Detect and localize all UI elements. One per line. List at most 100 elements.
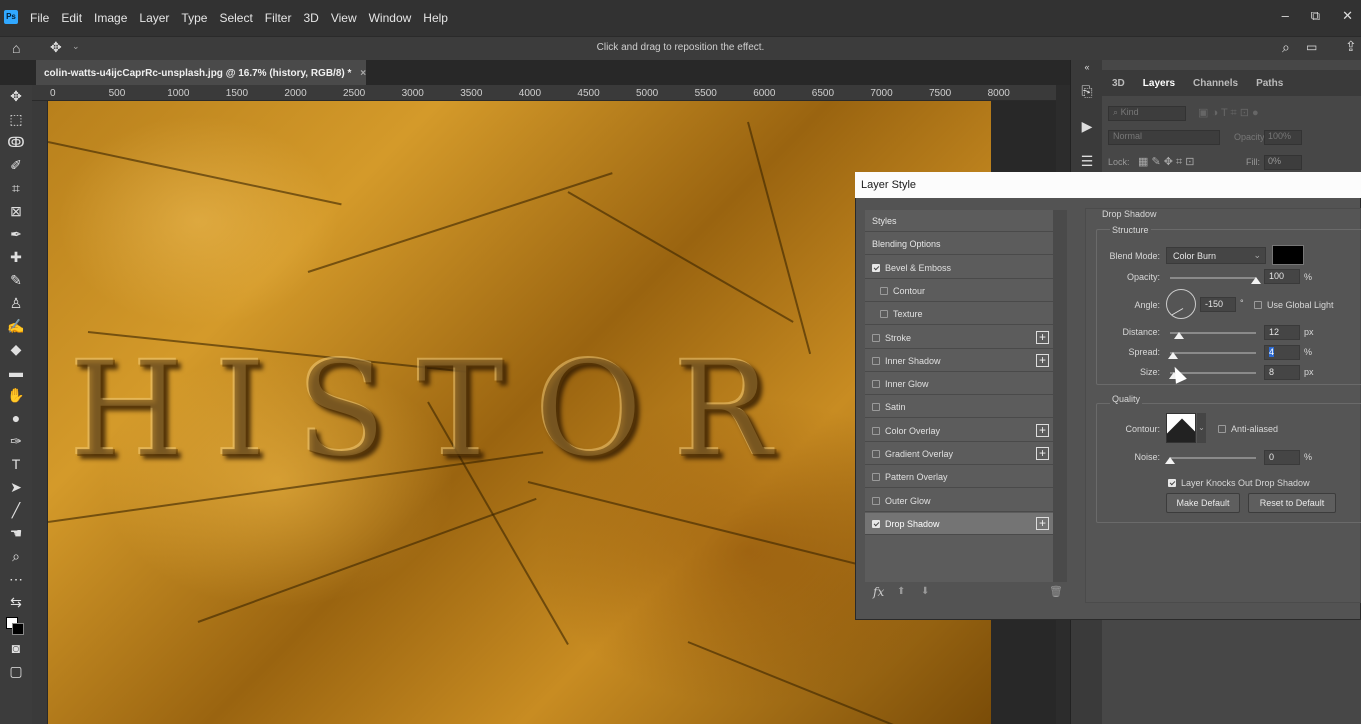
quick-mask-icon[interactable]: ◙ bbox=[0, 637, 32, 660]
style-item-inner-shadow[interactable]: Inner Shadow + bbox=[865, 350, 1053, 372]
style-checkbox[interactable] bbox=[872, 496, 880, 505]
color-swatches-icon[interactable] bbox=[0, 614, 32, 637]
restore-icon[interactable]: ⧉ bbox=[1311, 8, 1320, 24]
style-checkbox[interactable] bbox=[872, 356, 880, 365]
tab-3d[interactable]: 3D bbox=[1112, 78, 1125, 89]
menu-filter[interactable]: Filter bbox=[265, 11, 292, 25]
spread-slider[interactable] bbox=[1170, 352, 1256, 354]
style-item-outer-glow[interactable]: Outer Glow bbox=[865, 490, 1053, 512]
menu-type[interactable]: Type bbox=[181, 11, 207, 25]
delete-effect-icon[interactable]: 🗑 bbox=[1049, 585, 1063, 598]
history-text-layer[interactable]: HISTOR bbox=[70, 345, 830, 477]
menu-image[interactable]: Image bbox=[94, 11, 127, 25]
make-default-button[interactable]: Make Default bbox=[1166, 493, 1240, 513]
zoom-tool-icon[interactable]: ⌕ bbox=[0, 545, 32, 568]
style-item-gradient-overlay[interactable]: Gradient Overlay + bbox=[865, 443, 1053, 465]
style-item-color-overlay[interactable]: Color Overlay + bbox=[865, 420, 1053, 442]
actions-play-icon[interactable]: ▶ bbox=[1071, 109, 1103, 144]
anti-aliased-checkbox[interactable]: Anti-aliased bbox=[1218, 424, 1278, 434]
eyedropper-tool-icon[interactable]: ✒ bbox=[0, 223, 32, 246]
noise-slider-thumb[interactable] bbox=[1165, 457, 1175, 464]
tab-layers[interactable]: Layers bbox=[1143, 78, 1175, 89]
style-item-satin[interactable]: Satin bbox=[865, 396, 1053, 419]
size-input[interactable]: 8 bbox=[1264, 365, 1300, 380]
screen-mode-icon[interactable]: ▢ bbox=[0, 660, 32, 683]
style-item-texture[interactable]: Texture bbox=[865, 303, 1053, 326]
add-effect-icon[interactable]: + bbox=[1036, 447, 1049, 460]
collapse-icon[interactable]: « bbox=[1071, 60, 1103, 74]
opacity-slider[interactable] bbox=[1170, 277, 1256, 279]
healing-brush-tool-icon[interactable]: ✚ bbox=[0, 246, 32, 269]
search-icon[interactable]: ⌕ bbox=[1282, 39, 1290, 56]
menu-edit[interactable]: Edit bbox=[61, 11, 82, 25]
style-item-bevel-emboss[interactable]: Bevel & Emboss bbox=[865, 257, 1053, 279]
menu-3d[interactable]: 3D bbox=[303, 11, 318, 25]
lasso-tool-icon[interactable]: ↂ bbox=[0, 131, 32, 154]
menu-select[interactable]: Select bbox=[219, 11, 252, 25]
opacity-input[interactable]: 100 bbox=[1264, 269, 1300, 284]
clone-stamp-tool-icon[interactable]: ♙ bbox=[0, 292, 32, 315]
move-tool-icon[interactable]: ✥ bbox=[0, 85, 32, 108]
menu-help[interactable]: Help bbox=[423, 11, 448, 25]
style-item-styles[interactable]: Styles bbox=[865, 210, 1053, 232]
style-checkbox[interactable] bbox=[872, 333, 880, 342]
add-effect-icon[interactable]: + bbox=[1036, 353, 1049, 367]
gradient-tool-icon[interactable]: ▬ bbox=[0, 361, 32, 384]
more-tools-icon[interactable]: ⋯ bbox=[0, 568, 32, 591]
hand-tool-icon[interactable]: ☚ bbox=[0, 522, 32, 545]
move-down-icon[interactable]: ⬇ bbox=[921, 586, 929, 597]
add-effect-icon[interactable]: + bbox=[1036, 516, 1049, 530]
style-checkbox[interactable] bbox=[880, 310, 888, 319]
fx-button[interactable]: fx bbox=[873, 585, 884, 599]
swap-colors-icon[interactable]: ⇆ bbox=[0, 591, 32, 614]
style-checkbox[interactable] bbox=[872, 426, 880, 435]
blur-tool-icon[interactable]: ✋ bbox=[0, 384, 32, 407]
style-checkbox[interactable] bbox=[872, 380, 880, 389]
noise-input[interactable]: 0 bbox=[1264, 450, 1300, 465]
document-tab[interactable]: colin-watts-u4ijcCaprRc-unsplash.jpg @ 1… bbox=[36, 60, 366, 85]
styles-list-scrollbar[interactable] bbox=[1053, 210, 1067, 582]
lock-icons[interactable]: ▦ ✎ ✥ ⌗ ⊡ bbox=[1138, 155, 1194, 169]
add-effect-icon[interactable]: + bbox=[1036, 423, 1049, 437]
line-tool-icon[interactable]: ╱ bbox=[0, 499, 32, 522]
workspace-icon[interactable]: ▭ bbox=[1306, 40, 1317, 54]
menu-layer[interactable]: Layer bbox=[139, 11, 169, 25]
add-effect-icon[interactable]: + bbox=[1036, 330, 1049, 344]
style-item-contour[interactable]: Contour bbox=[865, 280, 1053, 302]
close-tab-icon[interactable]: × bbox=[360, 68, 366, 79]
dodge-tool-icon[interactable]: ● bbox=[0, 407, 32, 430]
use-global-light-checkbox[interactable]: Use Global Light bbox=[1254, 300, 1334, 310]
path-select-tool-icon[interactable]: ➤ bbox=[0, 476, 32, 499]
knockout-checkbox[interactable]: Layer Knocks Out Drop Shadow bbox=[1168, 478, 1310, 488]
angle-dial[interactable] bbox=[1166, 289, 1196, 319]
chevron-down-icon[interactable]: ⌄ bbox=[1197, 413, 1206, 443]
quick-select-tool-icon[interactable]: ✐ bbox=[0, 154, 32, 177]
contour-picker[interactable] bbox=[1166, 413, 1196, 443]
menu-window[interactable]: Window bbox=[369, 11, 412, 25]
style-item-pattern-overlay[interactable]: Pattern Overlay bbox=[865, 466, 1053, 489]
spread-input[interactable]: 4 bbox=[1264, 345, 1300, 360]
noise-slider[interactable] bbox=[1170, 457, 1256, 459]
reset-to-default-button[interactable]: Reset to Default bbox=[1248, 493, 1336, 513]
shadow-color-swatch[interactable] bbox=[1272, 245, 1304, 265]
distance-slider-thumb[interactable] bbox=[1173, 332, 1184, 339]
frame-tool-icon[interactable]: ⊠ bbox=[0, 200, 32, 223]
style-checkbox[interactable] bbox=[872, 450, 880, 458]
angle-input[interactable]: -150 bbox=[1200, 297, 1236, 312]
minimize-icon[interactable]: – bbox=[1282, 8, 1289, 24]
layer-opacity[interactable]: 100% bbox=[1264, 130, 1302, 145]
tab-channels[interactable]: Channels bbox=[1193, 78, 1238, 89]
blend-mode-select[interactable]: Color Burn ⌄ bbox=[1166, 247, 1266, 264]
crop-tool-icon[interactable]: ⌗ bbox=[0, 177, 32, 200]
history-brush-tool-icon[interactable]: ✍ bbox=[0, 315, 32, 338]
marquee-tool-icon[interactable]: ⬚ bbox=[0, 108, 32, 131]
style-item-blending-options[interactable]: Blending Options bbox=[865, 233, 1053, 256]
kind-filter[interactable]: ⌕ Kind bbox=[1108, 106, 1186, 121]
layer-blend-mode[interactable]: Normal bbox=[1108, 130, 1220, 145]
style-checkbox[interactable] bbox=[872, 403, 880, 412]
style-checkbox[interactable] bbox=[872, 263, 880, 272]
style-item-inner-glow[interactable]: Inner Glow bbox=[865, 373, 1053, 396]
eraser-tool-icon[interactable]: ◆ bbox=[0, 338, 32, 361]
type-tool-icon[interactable]: T bbox=[0, 453, 32, 476]
menu-file[interactable]: File bbox=[30, 11, 49, 25]
